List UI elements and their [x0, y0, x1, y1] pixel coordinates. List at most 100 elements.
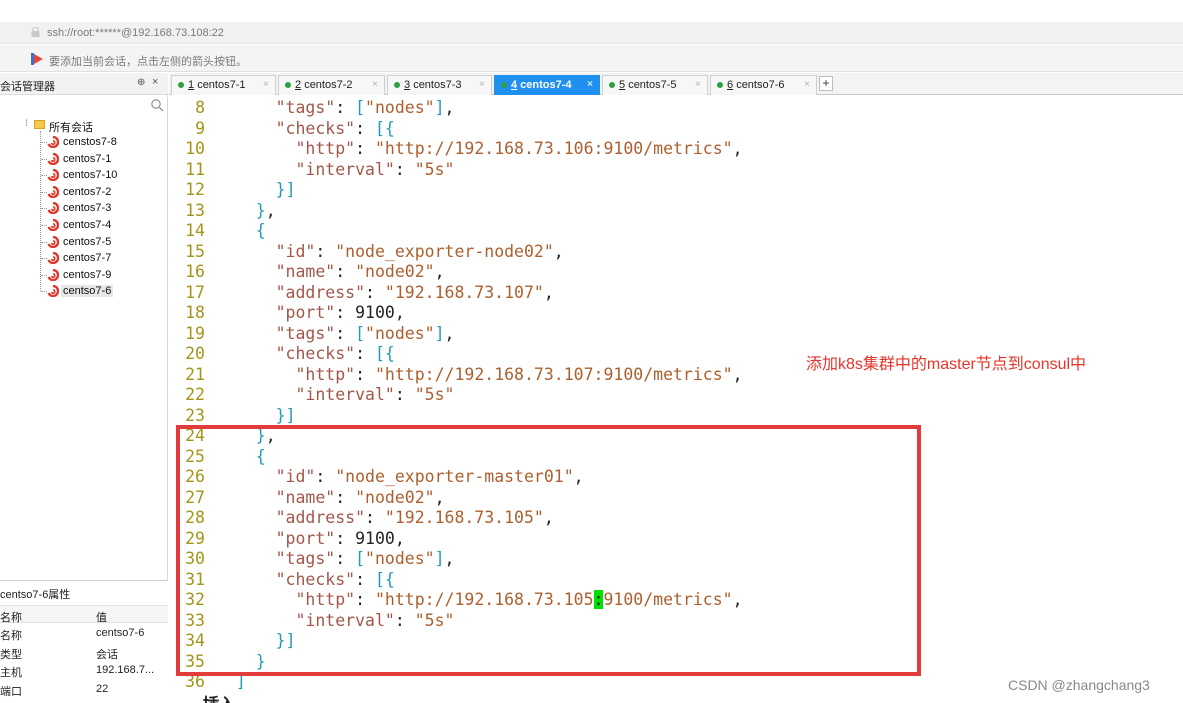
- line-number: 12: [185, 180, 205, 199]
- highlight-box: [176, 425, 921, 676]
- tab-centos7-2[interactable]: 2 centos7-2 ×: [278, 75, 385, 95]
- property-key: 名称: [0, 630, 22, 642]
- tab-title: centso7-6: [736, 79, 785, 91]
- tab-title: centos7-1: [197, 79, 246, 91]
- code-text: "checks": [{: [275, 118, 395, 138]
- session-icon: [47, 202, 59, 215]
- session-label: centos7-7: [63, 252, 112, 265]
- hint-text: 要添加当前会话，点击左侧的箭头按钮。: [49, 56, 247, 68]
- line-number: 19: [185, 323, 205, 343]
- properties-title: centso7-6属性: [0, 589, 71, 601]
- ssh-address: ssh://root:******@192.168.73.108:22: [47, 27, 224, 39]
- line-number: 20: [185, 344, 205, 363]
- code-line: 22 "interval": "5s": [169, 385, 1183, 405]
- tab-label: 1 centos7-1: [188, 79, 246, 91]
- code-line: 23 }]: [169, 406, 1183, 426]
- session-icon: [47, 136, 59, 148]
- session-label: centos7-2: [63, 185, 112, 198]
- session-label: centos7-10: [63, 169, 118, 182]
- session-item[interactable]: centos7-7: [0, 250, 168, 266]
- tab-close-icon[interactable]: ×: [804, 79, 810, 90]
- session-icon: [47, 252, 59, 265]
- code-line: 17 "address": "192.168.73.107",: [169, 283, 1183, 303]
- status-dot-icon: [609, 82, 615, 88]
- code-text: "tags": ["nodes"],: [275, 323, 455, 343]
- session-item[interactable]: centos7-2: [0, 184, 168, 200]
- line-number: 15: [185, 241, 205, 261]
- code-text: "interval": "5s": [295, 385, 455, 404]
- session-manager-panel: 会话管理器 ⊕ × ⁝ 所有会话 censtos7-8 centos7-1 cent…: [0, 73, 168, 703]
- tab-centos7-5[interactable]: 5 centos7-5 ×: [602, 75, 708, 95]
- line-number: 16: [185, 262, 205, 281]
- session-item[interactable]: censtos7-8: [0, 134, 168, 150]
- session-item[interactable]: centos7-9: [0, 267, 168, 283]
- tab-number: 4: [511, 79, 518, 91]
- session-label: centos7-3: [63, 202, 112, 215]
- session-item[interactable]: centos7-3: [0, 200, 168, 216]
- session-label: centos7-1: [63, 152, 112, 165]
- properties-header: 名称 值: [0, 605, 168, 624]
- code-text: }]: [275, 405, 296, 425]
- properties-header-name: 名称: [0, 612, 22, 624]
- close-icon[interactable]: ×: [152, 76, 158, 88]
- code-text: "port": 9100,: [275, 303, 405, 322]
- pin-icon[interactable]: ⊕: [137, 77, 145, 88]
- tab-label: 3 centos7-3: [404, 79, 462, 91]
- code-text: "address": "192.168.73.107",: [275, 282, 554, 302]
- property-value: 22: [96, 682, 109, 695]
- tab-centos7-1[interactable]: 1 centos7-1 ×: [171, 75, 276, 95]
- session-item[interactable]: centos7-5: [0, 234, 168, 250]
- line-number: 9: [195, 118, 205, 138]
- tab-number: 6: [727, 79, 734, 91]
- tab-close-icon[interactable]: ×: [479, 79, 485, 90]
- tab-close-icon[interactable]: ×: [263, 79, 269, 90]
- tab-centso7-6[interactable]: 6 centso7-6 ×: [710, 75, 817, 95]
- folder-icon: [34, 120, 45, 129]
- status-dot-icon: [394, 82, 400, 88]
- code-text: "checks": [{: [275, 344, 395, 363]
- tab-number: 5: [619, 79, 626, 91]
- tab-close-icon[interactable]: ×: [372, 79, 378, 90]
- add-tab-button[interactable]: +: [819, 76, 833, 91]
- session-item[interactable]: centos7-10: [0, 167, 168, 183]
- tab-label: 4 centos7-4: [511, 79, 572, 91]
- code-line: 8 "tags": ["nodes"],: [169, 98, 1183, 118]
- session-label: centos7-9: [63, 268, 112, 281]
- status-dot-icon: [501, 82, 507, 88]
- code-text: "id": "node_exporter-node02",: [275, 241, 564, 261]
- session-item[interactable]: centso7-6: [0, 283, 168, 299]
- tab-label: 2 centos7-2: [295, 79, 353, 91]
- session-label: centos7-4: [63, 219, 112, 231]
- property-key: 主机: [0, 667, 22, 679]
- line-number: 17: [185, 282, 205, 302]
- line-number: 11: [185, 159, 205, 179]
- code-text: "name": "node02",: [275, 262, 445, 281]
- code-text: },: [255, 200, 276, 220]
- tab-number: 3: [404, 79, 411, 91]
- code-line: 13 },: [169, 201, 1183, 221]
- search-icon[interactable]: [150, 98, 164, 112]
- tab-close-icon[interactable]: ×: [695, 79, 701, 90]
- property-value: 192.168.7...: [96, 664, 155, 676]
- add-session-arrow-icon[interactable]: [31, 53, 44, 65]
- session-label: centos7-5: [63, 235, 112, 248]
- session-icon: [47, 185, 59, 198]
- line-number: 14: [185, 221, 205, 240]
- code-text: {: [255, 221, 266, 240]
- code-line: 10 "http": "http://192.168.73.106:9100/m…: [169, 139, 1183, 159]
- session-item[interactable]: centos7-4: [0, 217, 168, 233]
- session-item[interactable]: centos7-1: [0, 151, 168, 167]
- watermark: CSDN @zhangchang3: [1008, 677, 1150, 693]
- line-number: 8: [195, 98, 205, 117]
- tree-root-label: 所有会话: [49, 122, 93, 134]
- tab-centos7-4[interactable]: 4 centos7-4 ×: [494, 75, 600, 95]
- tab-close-icon[interactable]: ×: [587, 79, 593, 90]
- line-number: 23: [185, 405, 205, 425]
- property-row: 类型 会话: [0, 643, 168, 661]
- collapse-icon[interactable]: ⁝: [25, 118, 28, 129]
- code-text: }]: [275, 180, 296, 199]
- property-row: 主机 192.168.7...: [0, 661, 168, 679]
- tab-centos7-3[interactable]: 3 centos7-3 ×: [387, 75, 492, 95]
- session-label: centso7-6: [61, 285, 114, 298]
- session-icon: [47, 285, 59, 298]
